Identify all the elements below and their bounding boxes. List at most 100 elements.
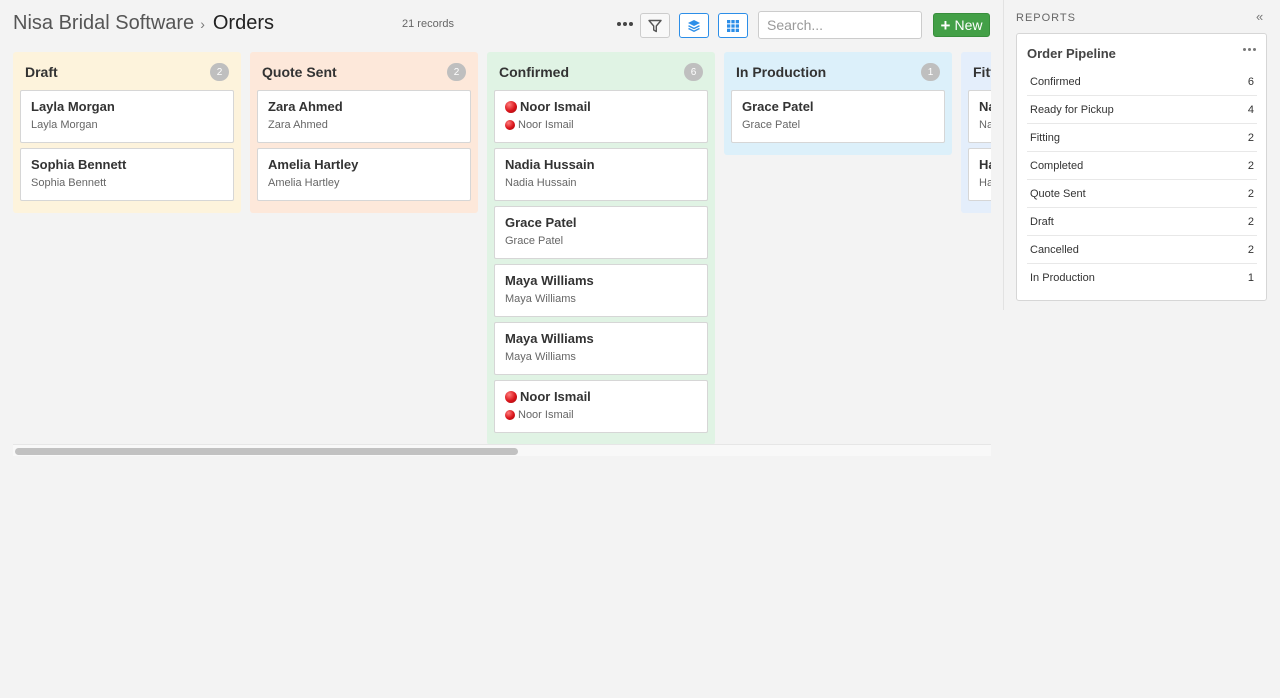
card-subtitle: Nadia Hussain bbox=[505, 177, 577, 189]
card-subtitle: Noor Ismail bbox=[518, 119, 574, 131]
horizontal-scrollbar[interactable] bbox=[13, 444, 991, 456]
card-title: Noor Ismail bbox=[520, 389, 591, 404]
scrollbar-thumb[interactable] bbox=[15, 448, 518, 455]
breadcrumb-separator: › bbox=[200, 16, 205, 32]
card-title: Maya Williams bbox=[505, 331, 594, 346]
filter-icon bbox=[648, 19, 662, 32]
column-count-badge: 6 bbox=[684, 63, 703, 81]
filter-button[interactable] bbox=[640, 13, 670, 38]
order-card[interactable]: Amelia Hartley Amelia Hartley bbox=[257, 148, 471, 201]
order-card[interactable]: Grace Patel Grace Patel bbox=[494, 206, 708, 259]
card-subtitle: Amelia Hartley bbox=[268, 177, 340, 189]
report-row-label: Confirmed bbox=[1030, 75, 1081, 88]
report-row[interactable]: Fitting 2 bbox=[1027, 124, 1257, 152]
order-card[interactable]: Nadia Hussain Nadia Hussain bbox=[494, 148, 708, 201]
card-subtitle-row: Nadia Hussain bbox=[979, 119, 991, 131]
kanban-column: Draft 2 Layla Morgan Layla Morgan Sophia Ben… bbox=[13, 52, 241, 213]
card-subtitle-row: Zara Ahmed bbox=[268, 119, 460, 131]
column-header[interactable]: Quote Sent 2 bbox=[257, 60, 471, 84]
report-row-value: 2 bbox=[1247, 215, 1254, 228]
card-subtitle-row: Noor Ismail bbox=[505, 409, 697, 421]
column-count-badge: 2 bbox=[447, 63, 466, 81]
order-card[interactable]: Sophia Bennett Sophia Bennett bbox=[20, 148, 234, 201]
report-row[interactable]: Quote Sent 2 bbox=[1027, 180, 1257, 208]
card-title-row: Maya Williams bbox=[505, 331, 697, 346]
kanban-board[interactable]: Draft 2 Layla Morgan Layla Morgan Sophia Ben… bbox=[13, 52, 991, 447]
card-subtitle: Grace Patel bbox=[505, 235, 564, 247]
column-title: Confirmed bbox=[499, 64, 569, 80]
card-title: Hannah Clarke bbox=[979, 157, 991, 172]
column-title: In Production bbox=[736, 64, 827, 80]
collapse-panel-icon[interactable]: « bbox=[1256, 10, 1263, 23]
new-order-button[interactable]: + New bbox=[933, 13, 990, 37]
column-header[interactable]: Draft 2 bbox=[20, 60, 234, 84]
card-subtitle-row: Maya Williams bbox=[505, 351, 697, 363]
kanban-view-button[interactable] bbox=[679, 13, 709, 38]
order-card[interactable]: Zara Ahmed Zara Ahmed bbox=[257, 90, 471, 143]
card-subtitle-row: Hannah Clarke bbox=[979, 177, 991, 189]
card-subtitle: Grace Patel bbox=[742, 119, 801, 131]
report-menu-icon[interactable] bbox=[1243, 48, 1256, 51]
card-title-row: Noor Ismail bbox=[505, 389, 697, 404]
card-subtitle: Hannah Clarke bbox=[979, 177, 991, 189]
column-count-badge: 2 bbox=[210, 63, 229, 81]
report-row-label: Quote Sent bbox=[1030, 187, 1086, 200]
column-header[interactable]: In Production 1 bbox=[731, 60, 945, 84]
card-title-row: Nadia Hussain bbox=[505, 157, 697, 172]
order-card[interactable]: Noor Ismail Noor Ismail bbox=[494, 90, 708, 143]
report-row-label: Completed bbox=[1030, 159, 1084, 172]
card-title-row: Maya Williams bbox=[505, 273, 697, 288]
more-options-button[interactable] bbox=[614, 14, 636, 34]
card-subtitle-row: Sophia Bennett bbox=[31, 177, 223, 189]
plus-icon: + bbox=[940, 15, 951, 35]
card-subtitle-row: Noor Ismail bbox=[505, 119, 697, 131]
card-title-row: Noor Ismail bbox=[505, 99, 697, 114]
order-card[interactable]: Nadia Hussain Nadia Hussain bbox=[968, 90, 991, 143]
order-card[interactable]: Layla Morgan Layla Morgan bbox=[20, 90, 234, 143]
card-title: Grace Patel bbox=[742, 99, 814, 114]
card-subtitle-row: Amelia Hartley bbox=[268, 177, 460, 189]
kanban-track: Draft 2 Layla Morgan Layla Morgan Sophia Ben… bbox=[13, 52, 991, 447]
order-card[interactable]: Hannah Clarke Hannah Clarke bbox=[968, 148, 991, 201]
card-title: Amelia Hartley bbox=[268, 157, 359, 172]
report-row-value: 2 bbox=[1247, 131, 1254, 144]
report-row[interactable]: In Production 1 bbox=[1027, 264, 1257, 292]
report-row[interactable]: Completed 2 bbox=[1027, 152, 1257, 180]
search-input[interactable] bbox=[758, 11, 922, 39]
breadcrumb: Nisa Bridal Software › Orders bbox=[13, 12, 274, 35]
kanban-column: Quote Sent 2 Zara Ahmed Zara Ahmed Amelia Ha… bbox=[250, 52, 478, 213]
column-header[interactable]: Fitting2 bbox=[968, 60, 991, 84]
breadcrumb-app-name[interactable]: Nisa Bridal Software bbox=[13, 12, 194, 35]
reports-panel: REPORTS « Order Pipeline Confirmed 6 Ready… bbox=[1003, 0, 1280, 310]
order-card[interactable]: Grace Patel Grace Patel bbox=[731, 90, 945, 143]
order-pipeline-report: Order Pipeline Confirmed 6 Ready for Picku… bbox=[1016, 33, 1267, 301]
order-card[interactable]: Noor Ismail Noor Ismail bbox=[494, 380, 708, 433]
report-row[interactable]: Ready for Pickup 4 bbox=[1027, 96, 1257, 124]
order-card[interactable]: Maya Williams Maya Williams bbox=[494, 322, 708, 375]
card-subtitle-row: Grace Patel bbox=[742, 119, 934, 131]
card-subtitle: Maya Williams bbox=[505, 293, 576, 305]
report-row[interactable]: Draft 2 bbox=[1027, 208, 1257, 236]
column-header[interactable]: Confirmed 6 bbox=[494, 60, 708, 84]
card-title-row: Layla Morgan bbox=[31, 99, 223, 114]
card-subtitle-row: Maya Williams bbox=[505, 293, 697, 305]
report-row[interactable]: Cancelled 2 bbox=[1027, 236, 1257, 264]
report-title: Order Pipeline bbox=[1027, 46, 1116, 61]
report-list: Confirmed 6 Ready for Pickup 4 Fitting 2 Compl… bbox=[1027, 68, 1257, 292]
order-card[interactable]: Maya Williams Maya Williams bbox=[494, 264, 708, 317]
report-row-value: 1 bbox=[1247, 272, 1254, 284]
column-title: Draft bbox=[25, 64, 58, 80]
report-row-label: In Production bbox=[1030, 272, 1095, 284]
report-row[interactable]: Confirmed 6 bbox=[1027, 68, 1257, 96]
card-subtitle-row: Layla Morgan bbox=[31, 119, 223, 131]
grid-view-button[interactable] bbox=[718, 13, 748, 38]
card-subtitle: Maya Williams bbox=[505, 351, 576, 363]
card-subtitle-row: Grace Patel bbox=[505, 235, 697, 247]
card-title: Nadia Hussain bbox=[505, 157, 595, 172]
report-row-value: 2 bbox=[1247, 159, 1254, 172]
card-title: Layla Morgan bbox=[31, 99, 115, 114]
top-bar: Nisa Bridal Software › Orders 21 records… bbox=[0, 0, 1000, 48]
card-subtitle: Noor Ismail bbox=[518, 409, 574, 421]
card-subtitle: Layla Morgan bbox=[31, 119, 98, 131]
more-horizontal-icon bbox=[617, 22, 633, 26]
